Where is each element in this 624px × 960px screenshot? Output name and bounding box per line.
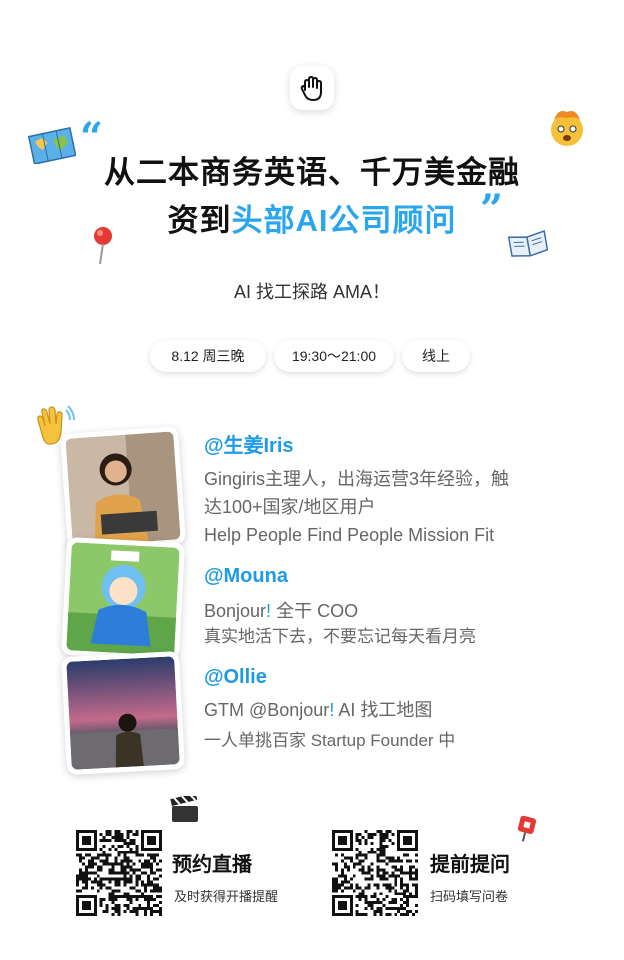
app-logo-icon <box>290 66 334 110</box>
title-prefix: 资到 <box>167 203 232 238</box>
speaker-desc-mouna-2: 真实地活下去，不要忘记每天看月亮 <box>204 627 476 646</box>
red-flag-icon <box>514 814 540 849</box>
speaker-desc-mouna-1: Bonjour! 全干 COO <box>204 601 359 621</box>
speaker-handle-iris: @生姜Iris <box>204 435 294 457</box>
mode-pill: 线上 <box>402 340 470 372</box>
qr-right-title: 提前提问 <box>430 854 510 876</box>
speaker-desc-iris-1: Gingiris主理人，出海运营3年经验，触 <box>204 469 510 489</box>
qr-left-subtitle: 及时获得开播提醒 <box>174 889 279 904</box>
title-highlight: 头部AI公司顾问 <box>231 203 457 238</box>
speaker-desc-ollie-2: 一人单挑百家 Startup Founder 中 <box>204 731 456 750</box>
date-pill: 8.12 周三晚 <box>150 340 266 372</box>
speaker-desc-iris-3: Help People Find People Mission Fit <box>204 525 495 545</box>
speaker-photo-ollie <box>60 650 186 776</box>
speaker-handle-ollie: @Ollie <box>204 666 267 688</box>
speaker-desc-ollie-1: GTM @Bonjour! AI 找工地图 <box>204 700 433 720</box>
page-title-line1: 从二本商务英语、千万美金融 <box>104 155 520 190</box>
exploding-head-icon <box>546 106 588 153</box>
speaker-photo-iris <box>60 426 186 552</box>
waving-hand-icon <box>300 76 322 101</box>
page-subtitle: AI 找工探路 AMA！ <box>233 282 390 302</box>
speaker-handle-mouna: @Mouna <box>204 565 288 587</box>
qr-code-question[interactable] <box>332 830 418 916</box>
qr-right-subtitle: 扫码填写问卷 <box>430 889 509 904</box>
qr-code-reservation[interactable] <box>76 830 162 916</box>
speaker-desc-iris-2: 达100+国家/地区用户 <box>204 497 376 517</box>
speaker-photo-mouna <box>60 536 186 662</box>
page-title-line2: 资到头部AI公司顾问 <box>0 195 624 240</box>
time-pill: 19:30～21:00 <box>274 340 394 372</box>
close-quote: ” <box>480 186 504 233</box>
qr-left-title: 预约直播 <box>172 854 252 876</box>
clapper-board-icon <box>170 792 200 829</box>
